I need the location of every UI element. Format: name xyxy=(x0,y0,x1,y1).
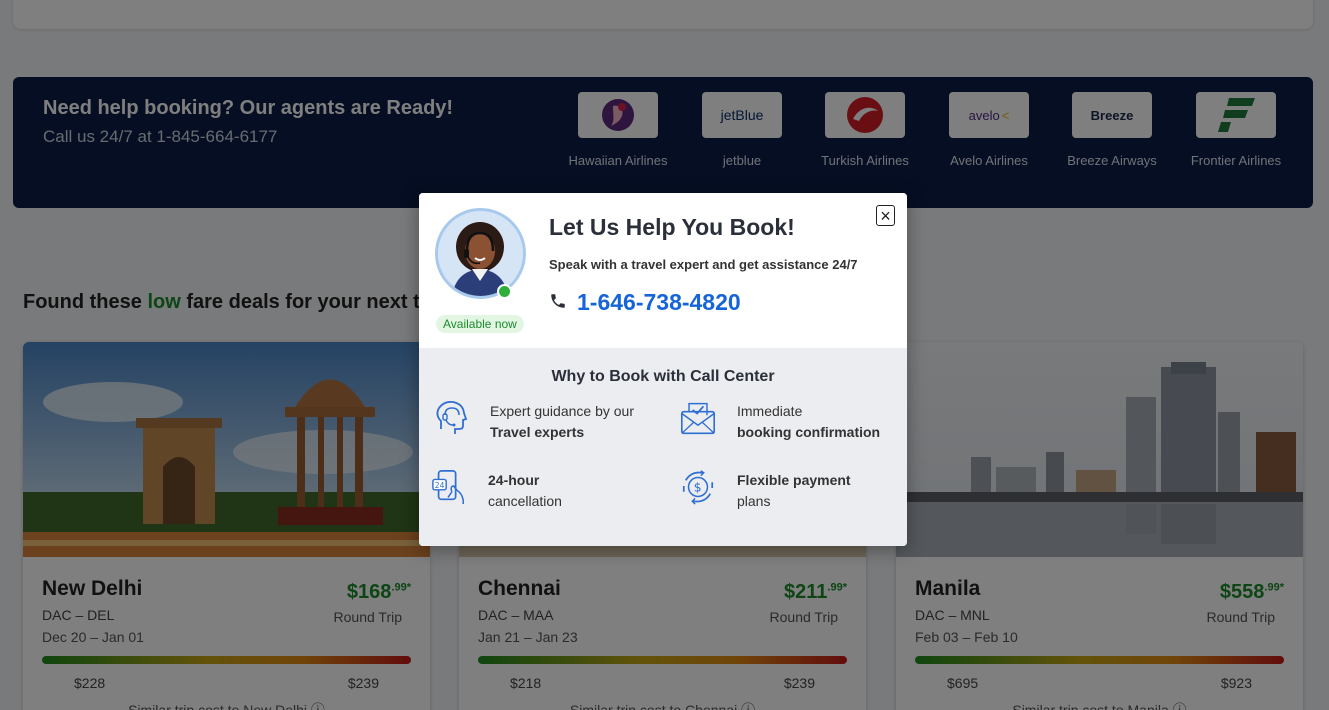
feature-line-2: plans xyxy=(737,493,771,509)
call-center-modal: Available now Let Us Help You Book! Spea… xyxy=(419,193,907,546)
why-book-section: Why to Book with Call Center Expert guid… xyxy=(419,348,907,546)
svg-text:24: 24 xyxy=(435,481,445,490)
phone-24-icon: 24 xyxy=(432,470,464,505)
svg-text:$: $ xyxy=(694,481,702,495)
close-icon[interactable]: × xyxy=(876,205,895,226)
availability-badge: Available now xyxy=(436,315,524,333)
dollar-cycle-icon: $ xyxy=(682,470,714,505)
feature-line-1: Expert guidance by our xyxy=(490,403,634,419)
modal-phone-number[interactable]: 1-646-738-4820 xyxy=(577,289,741,316)
feature-line-2: booking confirmation xyxy=(737,424,881,440)
agent-avatar xyxy=(435,208,526,299)
why-book-title: Why to Book with Call Center xyxy=(551,368,775,385)
feature-line-1: Flexible payment xyxy=(737,472,851,488)
modal-title: Let Us Help You Book! xyxy=(549,214,795,240)
feature-line-1: Immediate xyxy=(737,403,803,419)
online-status-dot xyxy=(497,284,512,299)
modal-header: Available now Let Us Help You Book! Spea… xyxy=(419,193,907,348)
phone-icon xyxy=(551,294,565,308)
feature-line-2: Travel experts xyxy=(490,424,585,440)
modal-subtitle: Speak with a travel expert and get assis… xyxy=(549,257,858,272)
feature-line-1: 24-hour xyxy=(488,472,540,488)
headset-agent-icon xyxy=(436,400,468,434)
envelope-check-icon xyxy=(680,402,716,435)
feature-line-2: cancellation xyxy=(488,493,562,509)
